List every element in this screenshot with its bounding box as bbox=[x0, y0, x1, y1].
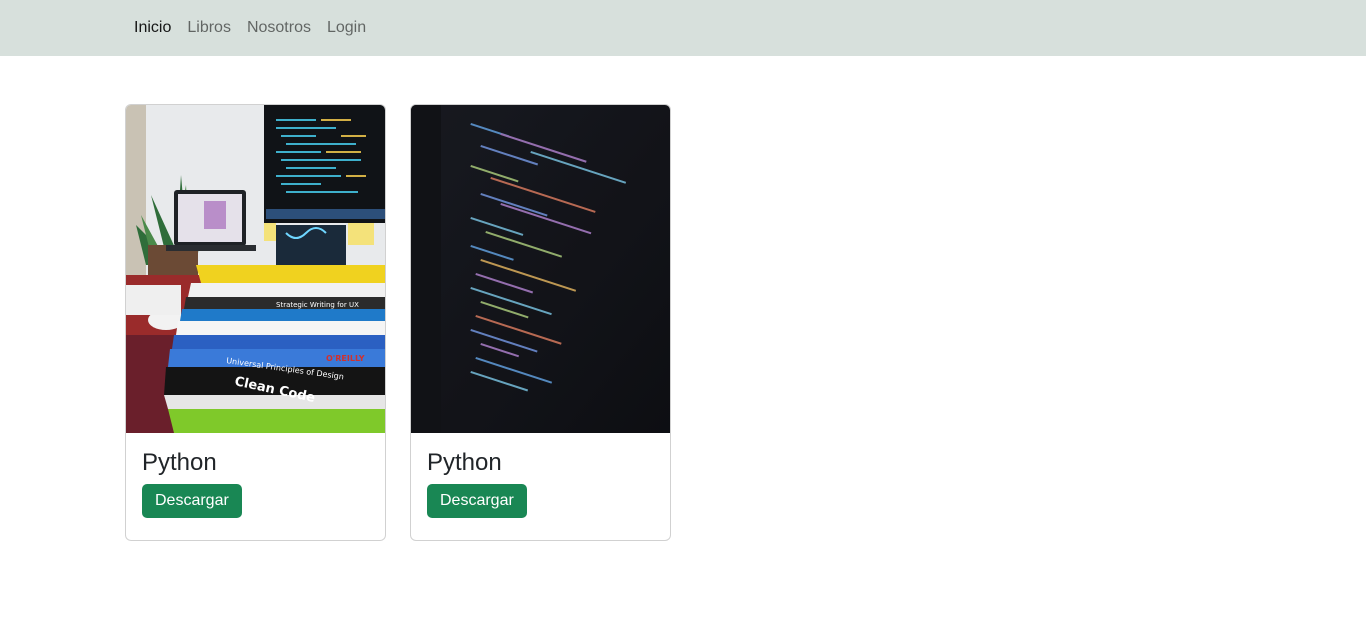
card-body: Python Descargar bbox=[126, 433, 385, 534]
nav-link-libros[interactable]: Libros bbox=[179, 19, 239, 37]
navbar: Inicio Libros Nosotros Login bbox=[0, 0, 1366, 56]
book-cover-image bbox=[411, 105, 670, 433]
svg-text:Strategic Writing for UX: Strategic Writing for UX bbox=[276, 301, 359, 309]
book-card: Python Descargar bbox=[410, 104, 671, 541]
download-button[interactable]: Descargar bbox=[142, 483, 242, 518]
nav-link-inicio[interactable]: Inicio bbox=[126, 19, 179, 37]
book-cards: Strategic Writing for UX Clean Code Univ… bbox=[125, 104, 671, 541]
card-title: Python bbox=[427, 449, 502, 476]
book-card: Strategic Writing for UX Clean Code Univ… bbox=[125, 104, 386, 541]
nav-links: Inicio Libros Nosotros Login bbox=[126, 0, 374, 56]
svg-text:O'REILLY: O'REILLY bbox=[326, 354, 365, 363]
card-body: Python Descargar bbox=[411, 433, 670, 534]
download-button[interactable]: Descargar bbox=[427, 483, 527, 518]
nav-link-nosotros[interactable]: Nosotros bbox=[239, 19, 319, 37]
book-cover-image: Strategic Writing for UX Clean Code Univ… bbox=[126, 105, 385, 433]
card-title: Python bbox=[142, 449, 217, 476]
nav-link-login[interactable]: Login bbox=[319, 19, 374, 37]
